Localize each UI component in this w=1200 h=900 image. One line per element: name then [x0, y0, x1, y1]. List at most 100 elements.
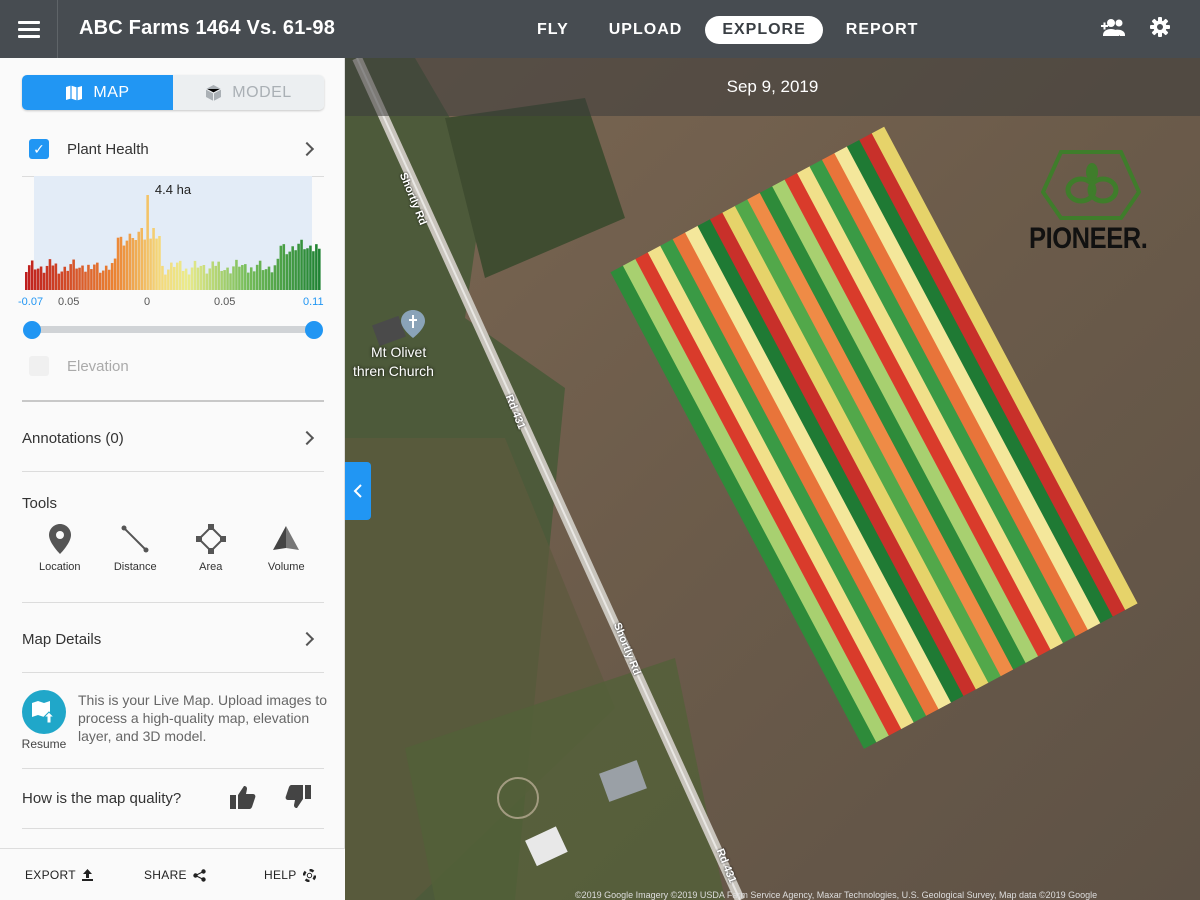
histogram-bar	[57, 273, 61, 290]
gear-icon[interactable]	[1150, 17, 1170, 42]
histogram-bar	[107, 269, 111, 290]
add-user-icon[interactable]	[1101, 17, 1127, 44]
histogram-bar	[181, 270, 185, 290]
histogram-bar	[291, 246, 294, 290]
chevron-left-icon	[353, 484, 362, 498]
histogram-bar	[229, 273, 232, 290]
histogram-bar	[45, 265, 49, 290]
chevron-right-icon	[299, 430, 315, 446]
volume-tool[interactable]: Volume	[249, 523, 325, 573]
histogram-bar	[279, 245, 283, 290]
plant-health-checkbox[interactable]: ✓	[29, 139, 49, 159]
histogram-bar	[312, 251, 315, 290]
page-title: ABC Farms 1464 Vs. 61-98	[79, 17, 336, 39]
map-attribution: ©2019 Google Imagery ©2019 USDA Farm Ser…	[575, 890, 1098, 900]
export-label: EXPORT	[25, 868, 76, 882]
distance-tool[interactable]: Distance	[98, 523, 174, 573]
histogram-bar	[27, 265, 31, 290]
histogram-bar	[143, 239, 146, 290]
tool-label: Location	[38, 561, 81, 573]
model-toggle-button[interactable]: MODEL	[173, 75, 324, 110]
top-bar: ABC Farms 1464 Vs. 61-98 FLY UPLOAD EXPL…	[0, 0, 1200, 58]
annotations-row[interactable]: Annotations (0)	[22, 427, 324, 449]
chevron-right-icon	[299, 141, 315, 157]
histogram-bar	[101, 270, 105, 290]
tab-report[interactable]: REPORT	[829, 16, 936, 44]
histogram-bar	[33, 269, 37, 290]
histogram-bar	[90, 269, 93, 290]
tab-upload[interactable]: UPLOAD	[592, 16, 700, 44]
histogram-bar	[75, 268, 78, 290]
histogram-bar	[30, 260, 34, 290]
resume-button[interactable]	[22, 690, 66, 734]
histogram-bar	[220, 270, 223, 290]
help-button[interactable]: HELP	[264, 868, 316, 882]
upload-map-icon	[32, 701, 56, 724]
histogram-bar	[134, 240, 138, 290]
range-slider-min-handle[interactable]	[23, 321, 41, 339]
tick-label: 0.05	[214, 296, 236, 308]
histogram-bar	[309, 245, 312, 290]
histogram-bar	[199, 265, 203, 290]
histogram-bar	[84, 271, 87, 290]
logo-text: PIONEER.	[1029, 222, 1148, 255]
divider	[22, 768, 324, 769]
histogram-bar	[303, 249, 306, 290]
map-details-row[interactable]: Map Details	[22, 628, 324, 650]
collapse-sidebar-button[interactable]	[345, 462, 371, 520]
histogram-bar	[66, 270, 69, 290]
range-slider-track[interactable]	[32, 326, 314, 333]
histogram-bar	[63, 266, 67, 290]
histogram-bar	[238, 266, 241, 290]
histogram-bar	[249, 267, 253, 290]
histogram-bar	[116, 237, 120, 290]
divider	[22, 471, 324, 472]
tab-fly[interactable]: FLY	[520, 16, 586, 44]
histogram-bar	[270, 272, 274, 290]
histogram-bar	[87, 264, 90, 290]
view-toggle: MAP MODEL	[22, 75, 324, 110]
histogram-bar	[152, 228, 155, 290]
export-icon	[81, 869, 93, 881]
share-button[interactable]: SHARE	[144, 868, 206, 882]
histogram-bar	[51, 265, 55, 290]
map-quality-question: How is the map quality?	[22, 789, 182, 807]
histogram-bar	[122, 245, 126, 290]
elevation-checkbox[interactable]	[29, 356, 49, 376]
thumbs-down-icon[interactable]	[285, 785, 311, 813]
histogram-bar	[258, 260, 262, 290]
thumbs-up-icon[interactable]	[230, 785, 256, 813]
histogram-bar	[167, 269, 170, 290]
plant-health-row[interactable]: ✓ Plant Health	[22, 138, 324, 160]
map-toggle-button[interactable]: MAP	[22, 75, 173, 110]
histogram-ticks: -0.07 0.05 0 0.05 0.11	[18, 296, 324, 312]
elevation-row[interactable]: Elevation	[22, 356, 324, 376]
area-tool[interactable]: Area	[173, 523, 249, 573]
church-marker-icon[interactable]	[401, 310, 425, 338]
histogram-bar	[113, 258, 117, 290]
histogram-bar	[119, 236, 123, 290]
histogram-bar	[235, 259, 238, 290]
pin-icon	[48, 523, 71, 555]
location-tool[interactable]: Location	[22, 523, 98, 573]
histogram-bar	[297, 243, 300, 290]
histogram-bar	[241, 265, 244, 290]
elevation-label: Elevation	[67, 357, 129, 375]
histogram-bar	[261, 270, 265, 290]
tools-grid: Location Distance Area Volume	[22, 523, 324, 573]
export-button[interactable]: EXPORT	[25, 868, 93, 882]
tab-explore[interactable]: EXPLORE	[705, 16, 823, 44]
histogram-bar	[81, 265, 84, 290]
histogram-bar	[306, 248, 309, 290]
histogram-bar	[288, 251, 291, 290]
histogram-bar	[131, 238, 135, 290]
range-slider-max-handle[interactable]	[305, 321, 323, 339]
histogram-bar	[110, 263, 114, 290]
sidebar: MAP MODEL ✓ Plant Health 4.4 ha -0.07 0.…	[0, 58, 345, 900]
menu-button[interactable]	[0, 0, 58, 58]
map-view[interactable]: Sep 9, 2019 PIONEER. Mt Olivet thren Chu…	[345, 58, 1200, 900]
histogram-bar	[255, 264, 259, 290]
histogram-bar	[252, 271, 256, 290]
tool-label: Distance	[113, 561, 157, 573]
histogram-bar	[264, 269, 268, 290]
